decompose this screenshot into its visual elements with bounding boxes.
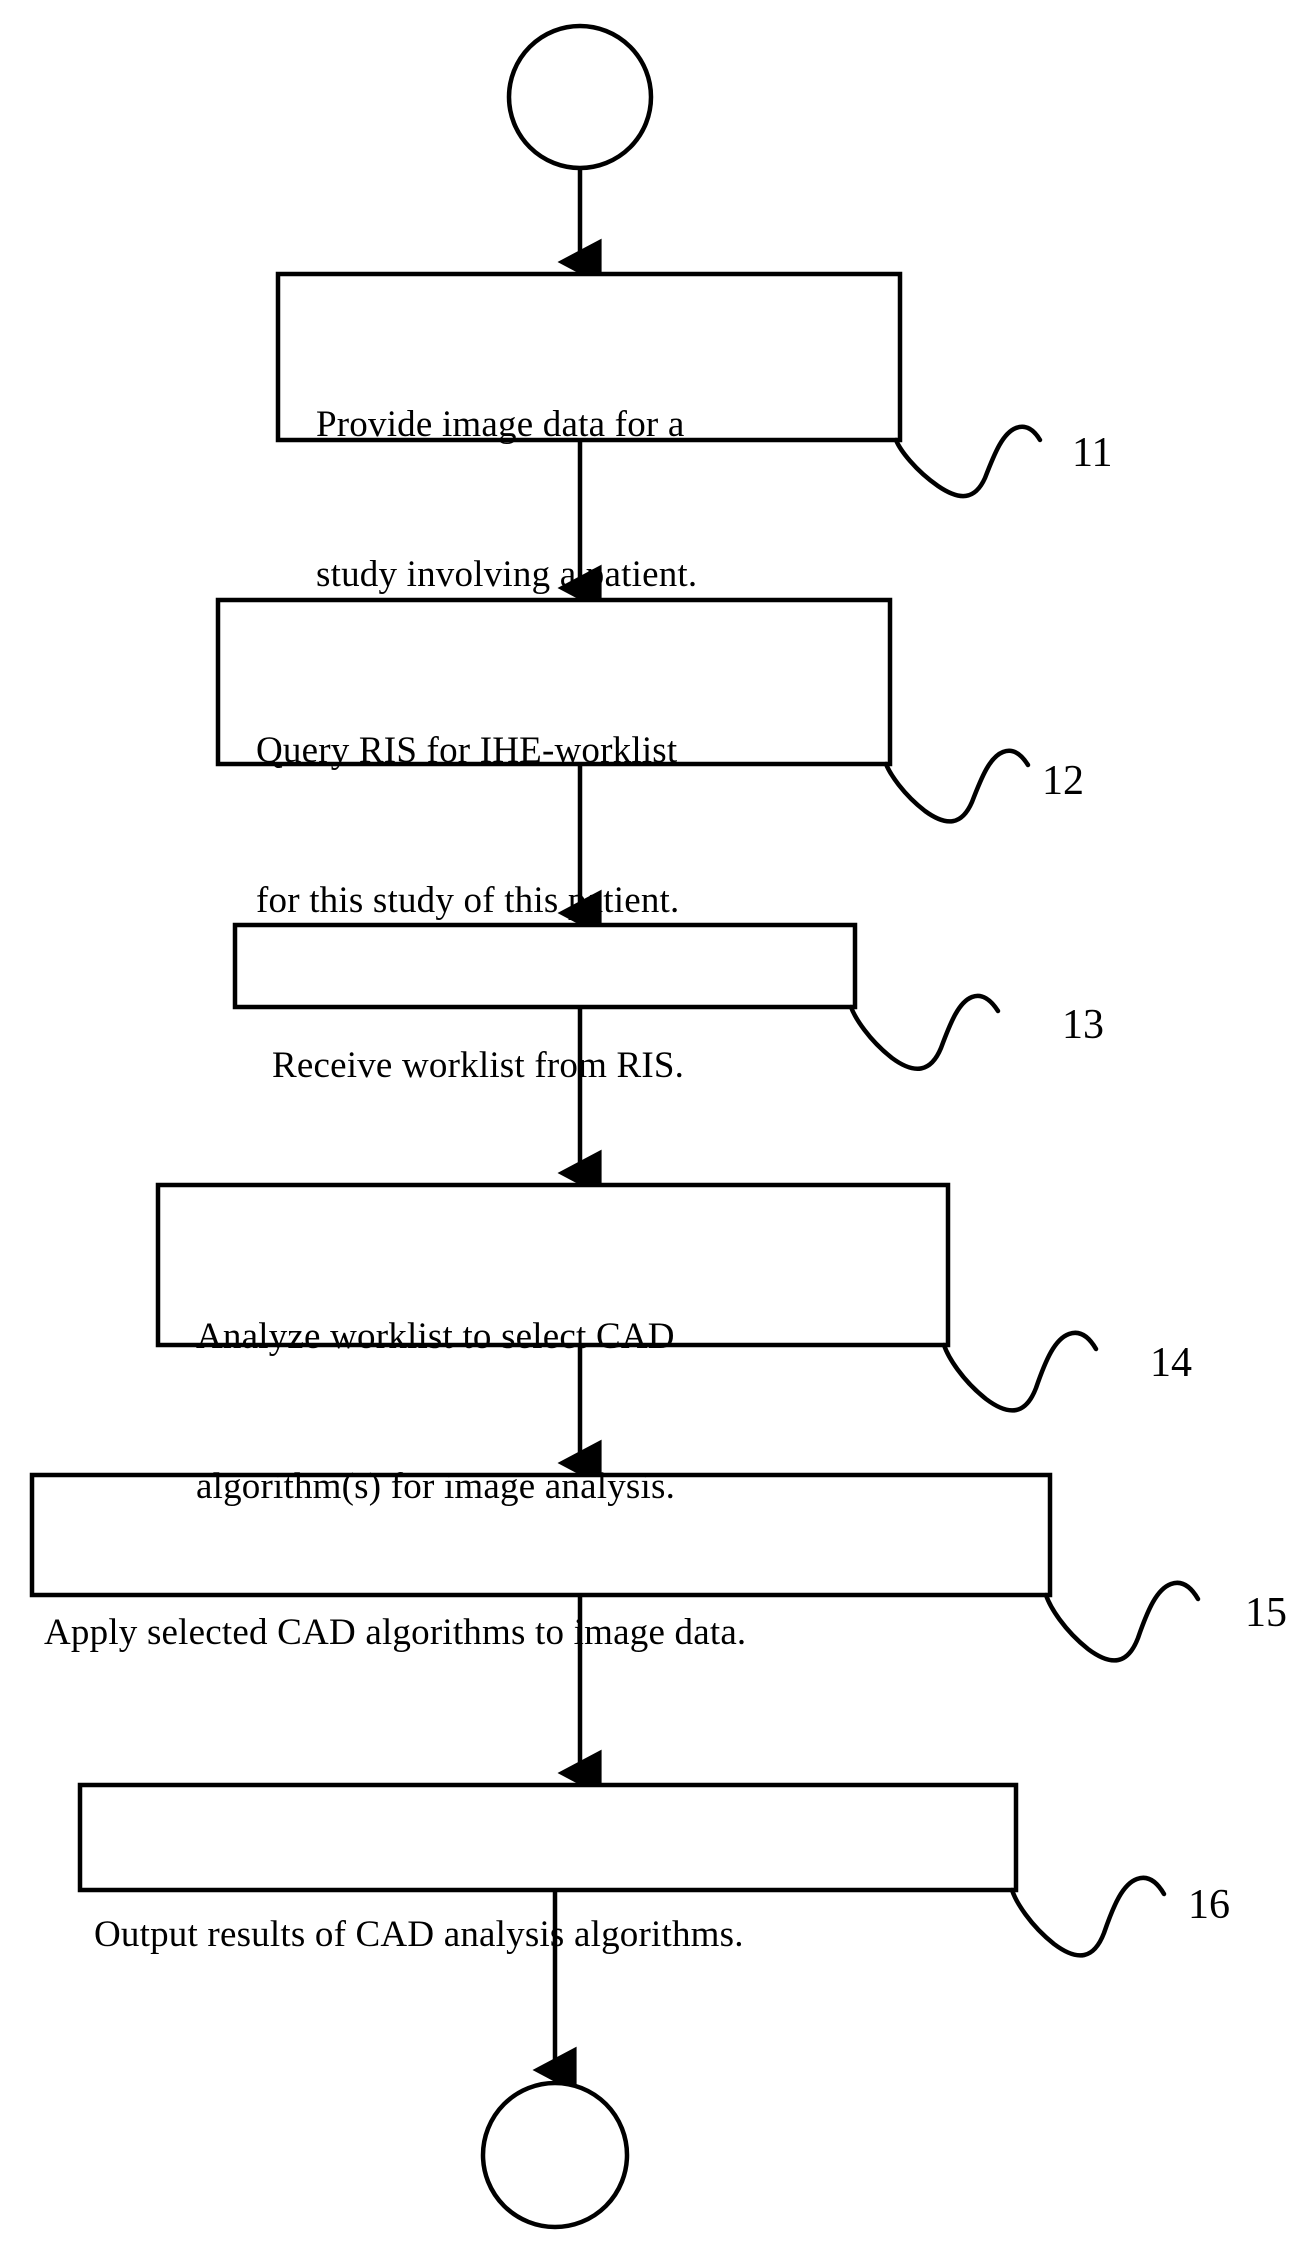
leader-line-16 — [1009, 1875, 1167, 1958]
reference-number-13: 13 — [1062, 1002, 1104, 1048]
end-terminator — [480, 2080, 630, 2230]
reference-number-12: 12 — [1042, 758, 1084, 804]
reference-number-14: 14 — [1150, 1340, 1192, 1386]
process-box-12-line-2: for this study of this patient. — [256, 880, 680, 921]
reference-number-11: 11 — [1072, 430, 1113, 476]
process-box-11-line-1: Provide image data for a — [316, 404, 685, 445]
start-terminator — [506, 23, 654, 171]
process-box-14-line-2: algorithm(s) for image analysis. — [196, 1466, 676, 1507]
process-box-11-line-2: study involving a patient. — [316, 554, 698, 595]
flowchart-diagram: Provide image data for a study involving… — [0, 0, 1303, 2268]
process-box-16-line-1: Output results of CAD analysis algorithm… — [94, 1914, 744, 1955]
leader-line-14 — [941, 1330, 1099, 1413]
process-box-15-text: Apply selected CAD algorithms to image d… — [44, 1508, 1044, 1758]
leader-line-12 — [883, 748, 1031, 824]
process-box-13-text: Receive worklist from RIS. — [272, 941, 852, 1191]
process-box-15-line-1: Apply selected CAD algorithms to image d… — [44, 1612, 747, 1653]
process-box-14-line-1: Analyze worklist to select CAD — [196, 1316, 675, 1357]
process-box-12-line-1: Query RIS for IHE-worklist — [256, 730, 678, 771]
leader-line-15 — [1043, 1580, 1201, 1663]
leader-line-11 — [893, 424, 1043, 499]
reference-number-16: 16 — [1188, 1882, 1230, 1928]
process-box-16-text: Output results of CAD analysis algorithm… — [94, 1810, 1004, 2060]
reference-number-15: 15 — [1245, 1590, 1287, 1636]
process-box-13-line-1: Receive worklist from RIS. — [272, 1045, 685, 1086]
